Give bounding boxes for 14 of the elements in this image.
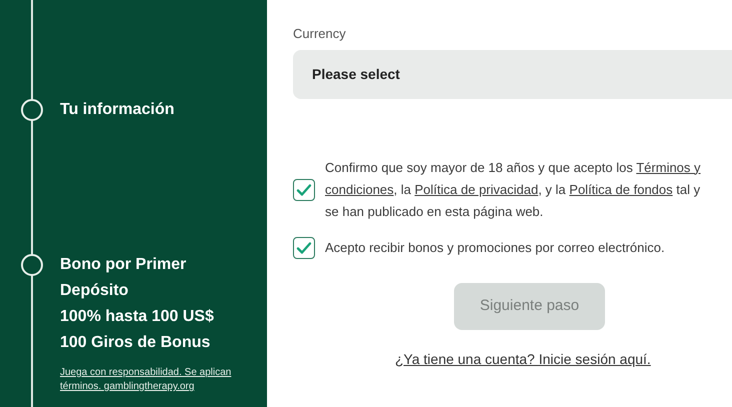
terms-link[interactable]: Política de fondos (569, 182, 673, 196)
terms-link[interactable]: Política de privacidad (414, 182, 538, 196)
consent-text: Acepto recibir bonos y promociones por correo electrónico. (325, 238, 665, 257)
login-link[interactable]: ¿Ya tiene una cuenta? Inicie sesión aquí. (395, 350, 651, 366)
step-label: Tu información (60, 100, 174, 120)
currency-label: Currency (293, 25, 346, 43)
checkbox[interactable] (293, 178, 315, 200)
currency-select[interactable]: Please select (293, 50, 732, 98)
terms-link[interactable]: Términos y (636, 160, 701, 174)
disclaimer-link[interactable]: Juega con responsabilidad. Se aplican términos. gamblingtherapy.org (60, 366, 240, 394)
checkbox[interactable] (293, 236, 315, 258)
step-label: Bono por Primer Depósito 100% hasta 100 US$ 100 Giros de Bonus (60, 255, 214, 353)
consent-text: Confirmo que soy mayor de 18 años y que acepto los Términos y condiciones, la Política de privacidad, y la Política de fondos tal y se han publicado en esta página web. (325, 158, 701, 221)
terms-link[interactable]: condiciones (325, 182, 394, 196)
